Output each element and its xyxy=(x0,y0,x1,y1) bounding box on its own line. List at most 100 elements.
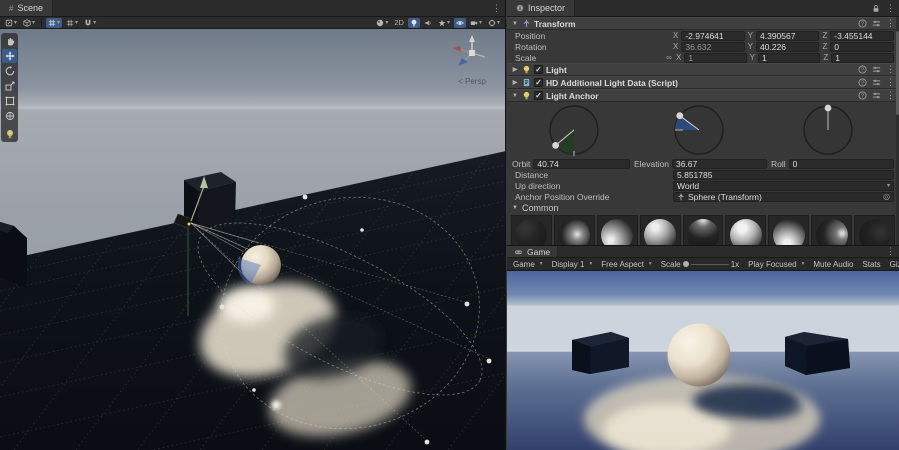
foldout-icon[interactable]: ▶ xyxy=(511,66,519,73)
scene-lighting-toggle[interactable] xyxy=(408,18,420,28)
elevation-field[interactable]: 36.67 xyxy=(672,159,767,169)
camera-settings-button[interactable]: ▾ xyxy=(468,18,484,28)
orbit-field[interactable]: 40.74 xyxy=(533,159,630,169)
light-anchor-header[interactable]: ▼ ✓ Light Anchor ⋮ xyxy=(507,89,899,102)
scene-panel-menu-icon[interactable]: ⋮ xyxy=(492,4,501,13)
common-foldout-row[interactable]: ▼ Common xyxy=(507,202,899,213)
foldout-icon[interactable]: ▶ xyxy=(511,79,519,86)
component-menu-icon[interactable]: ⋮ xyxy=(886,65,895,74)
rotation-y-field[interactable]: 40.226 xyxy=(756,42,819,52)
grid-visibility-button[interactable]: ▾ xyxy=(64,18,80,28)
light-anchor-checkbox[interactable]: ✓ xyxy=(534,91,543,100)
help-icon[interactable] xyxy=(858,19,867,28)
light-enabled-checkbox[interactable]: ✓ xyxy=(534,65,543,74)
orbit-dial[interactable] xyxy=(550,106,598,156)
roll-dial[interactable] xyxy=(804,105,852,154)
effects-toggle[interactable]: ▾ xyxy=(436,18,452,28)
component-menu-icon[interactable]: ⋮ xyxy=(886,19,895,28)
tool-settings-button[interactable]: ▾ xyxy=(3,18,19,28)
draw-mode-button[interactable]: ▾ xyxy=(374,18,390,28)
stats-button[interactable]: Stats xyxy=(859,259,883,270)
scale-slider[interactable]: Scale 1x xyxy=(658,259,742,270)
lock-icon[interactable] xyxy=(872,4,880,13)
rotate-tool-button[interactable] xyxy=(2,64,17,78)
constrain-proportions-icon[interactable]: ∞ xyxy=(665,53,673,62)
position-z-field[interactable]: -3.455144 xyxy=(830,31,894,41)
position-x-field[interactable]: -2.974641 xyxy=(681,31,744,41)
play-focused-dropdown[interactable]: Play Focused▾ xyxy=(745,259,807,270)
scale-y-field[interactable]: 1 xyxy=(758,53,820,63)
game-mode-dropdown[interactable]: Game▾ xyxy=(510,259,546,270)
move-tool-button[interactable] xyxy=(2,49,17,63)
scene-visibility-toggle[interactable] xyxy=(454,18,466,28)
gizmo-center-cube[interactable] xyxy=(469,50,475,56)
light-anchor-tool-button[interactable] xyxy=(2,127,17,141)
scale-slider-knob[interactable] xyxy=(683,261,689,267)
orbit-dial-handle[interactable] xyxy=(552,142,559,149)
scene-cube-left[interactable] xyxy=(0,222,27,288)
light-preset-thumbnail[interactable] xyxy=(725,215,766,245)
light-preset-thumbnail[interactable] xyxy=(640,215,681,245)
grid-snapping-button[interactable]: ▾ xyxy=(46,18,62,28)
mute-audio-button[interactable]: Mute Audio xyxy=(810,259,856,270)
distance-field[interactable]: 5.851785 xyxy=(673,170,894,180)
perspective-label[interactable]: < Persp xyxy=(446,77,498,86)
pivot-button[interactable]: ▾ xyxy=(21,18,37,28)
tab-scene[interactable]: # Scene xyxy=(0,0,53,16)
scene-audio-toggle[interactable] xyxy=(422,18,434,28)
light-component-header[interactable]: ▶ ✓ Light ⋮ xyxy=(507,63,899,76)
light-preset-thumbnail[interactable] xyxy=(597,215,638,245)
roll-dial-handle[interactable] xyxy=(825,105,832,112)
foldout-icon[interactable]: ▼ xyxy=(511,93,519,99)
light-preset-thumbnail[interactable] xyxy=(554,215,595,245)
component-menu-icon[interactable]: ⋮ xyxy=(886,91,895,100)
scale-slider-track[interactable] xyxy=(691,264,729,265)
light-preset-thumbnail[interactable] xyxy=(511,215,552,245)
tab-game[interactable]: Game xyxy=(507,246,558,257)
inspector-menu-icon[interactable]: ⋮ xyxy=(886,4,895,13)
help-icon[interactable] xyxy=(858,65,867,74)
position-y-field[interactable]: 4.390567 xyxy=(756,31,819,41)
light-preset-thumbnail[interactable] xyxy=(854,215,895,245)
game-viewport[interactable] xyxy=(507,271,899,450)
rotation-z-field[interactable]: 0 xyxy=(830,42,894,52)
object-picker-icon[interactable]: ◎ xyxy=(883,192,890,201)
gizmos-dropdown[interactable]: Gizmos▾ xyxy=(887,259,899,270)
hd-light-data-header[interactable]: ▶ ✓ HD Additional Light Data (Script) ⋮ xyxy=(507,76,899,89)
foldout-icon[interactable]: ▼ xyxy=(511,205,519,211)
anchor-position-override-objectfield[interactable]: Sphere (Transform) ◎ xyxy=(673,192,894,202)
2d-toggle-button[interactable]: 2D xyxy=(392,18,406,28)
elevation-dial[interactable] xyxy=(675,106,723,154)
gizmos-visibility-button[interactable]: ▾ xyxy=(486,18,502,28)
light-preset-thumbnail[interactable] xyxy=(683,215,724,245)
aspect-ratio-dropdown[interactable]: Free Aspect▾ xyxy=(598,259,654,270)
gizmo-y-cone[interactable] xyxy=(469,35,475,42)
orientation-gizmo[interactable]: < Persp xyxy=(446,33,498,86)
presets-icon[interactable] xyxy=(872,91,881,100)
presets-icon[interactable] xyxy=(872,65,881,74)
scale-tool-button[interactable] xyxy=(2,79,17,93)
display-dropdown[interactable]: Display 1▾ xyxy=(549,259,596,270)
elevation-dial-handle[interactable] xyxy=(676,112,683,119)
transform-header[interactable]: ▼ Transform ⋮ xyxy=(507,17,899,30)
rect-tool-button[interactable] xyxy=(2,94,17,108)
light-preset-thumbnail[interactable] xyxy=(811,215,852,245)
snap-increment-button[interactable]: ▾ xyxy=(82,18,98,28)
help-icon[interactable] xyxy=(858,91,867,100)
rotation-x-field[interactable]: 36.632 xyxy=(681,42,744,52)
scene-cube-top[interactable] xyxy=(184,172,236,230)
light-preset-thumbnail[interactable] xyxy=(768,215,809,245)
scale-x-field[interactable]: 1 xyxy=(684,53,746,63)
game-panel-menu-icon[interactable]: ⋮ xyxy=(886,247,895,256)
up-direction-dropdown[interactable]: World ▾ xyxy=(673,181,894,191)
scale-z-field[interactable]: 1 xyxy=(831,53,894,63)
component-menu-icon[interactable]: ⋮ xyxy=(886,78,895,87)
roll-field[interactable]: 0 xyxy=(789,159,894,169)
gizmo-x-cone[interactable] xyxy=(453,46,461,52)
help-icon[interactable] xyxy=(858,78,867,87)
scene-viewport[interactable]: < Persp xyxy=(0,29,506,450)
transform-tool-button[interactable] xyxy=(2,109,17,123)
foldout-icon[interactable]: ▼ xyxy=(511,21,519,27)
view-tool-button[interactable] xyxy=(2,34,17,48)
presets-icon[interactable] xyxy=(872,78,881,87)
